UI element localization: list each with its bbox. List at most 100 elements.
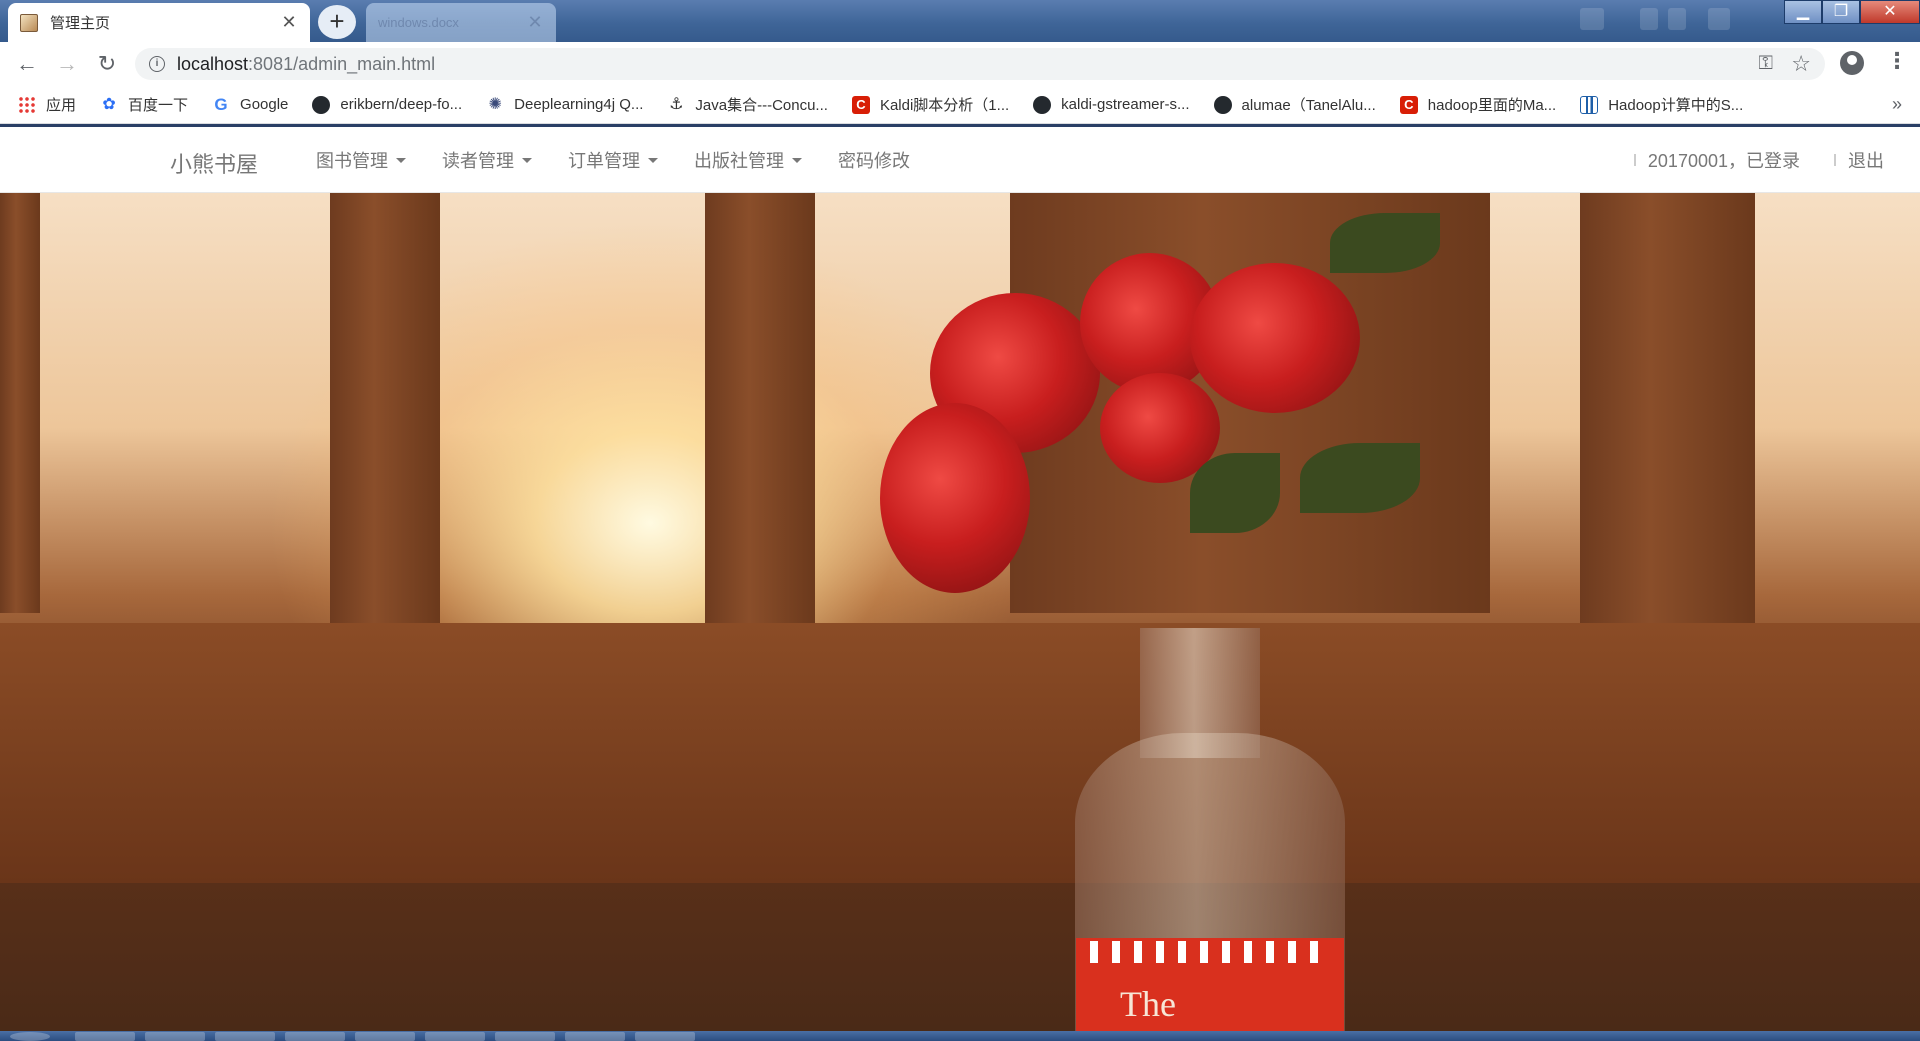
browser-menu-icon[interactable]: ⋮ [1886, 48, 1908, 74]
chart-icon [1580, 95, 1599, 114]
divider [1633, 154, 1636, 166]
bookmark-deeplearning4j[interactable]: ✺ Deeplearning4j Q... [486, 96, 643, 114]
key-icon[interactable]: ⚿ [1759, 53, 1773, 75]
taskbar-item[interactable] [75, 1032, 135, 1041]
bookmark-kaldi-gstreamer[interactable]: kaldi-gstreamer-s... [1033, 95, 1190, 114]
tab-background[interactable]: windows.docx ✕ [366, 3, 556, 42]
site-brand[interactable]: 小熊书屋 [170, 147, 258, 179]
fence-post [330, 193, 440, 633]
tab-close-icon-background[interactable]: ✕ [526, 12, 544, 33]
menu-order-management[interactable]: 订单管理 [568, 147, 658, 173]
taskbar-item[interactable] [215, 1032, 275, 1041]
taskbar-item[interactable] [565, 1032, 625, 1041]
tab-title-background: windows.docx [378, 15, 459, 30]
bookmark-label: Hadoop计算中的S... [1608, 97, 1744, 114]
menu-reader-management[interactable]: 读者管理 [442, 147, 532, 173]
menu-book-management[interactable]: 图书管理 [316, 147, 406, 173]
caret-down-icon [522, 157, 532, 163]
hero-background-image: The PoP [0, 193, 1920, 1031]
menu-label: 读者管理 [442, 151, 514, 171]
window-controls: ▁ ❐ ✕ [1784, 0, 1920, 26]
tab-admin-main[interactable]: 管理主页 ✕ [8, 3, 310, 42]
tab-title: 管理主页 [50, 15, 111, 32]
tray-icon [1580, 8, 1604, 30]
more-bookmarks-icon[interactable]: » [1892, 94, 1902, 115]
leaf [1330, 213, 1440, 273]
menu-change-password[interactable]: 密码修改 [838, 147, 910, 173]
bookmark-kaldi-script[interactable]: C Kaldi脚本分析（1... [851, 94, 1009, 115]
forward-button[interactable]: → [54, 51, 80, 77]
bookmark-label: erikbern/deep-fo... [340, 96, 463, 113]
menu-label: 密码修改 [838, 151, 910, 171]
taskbar-item[interactable] [285, 1032, 345, 1041]
bookmark-label: 应用 [46, 97, 77, 114]
dl4j-icon: ✺ [488, 95, 502, 113]
divider [1834, 154, 1836, 166]
bookmark-baidu[interactable]: ✿ 百度一下 [100, 94, 188, 115]
bookmark-label: hadoop里面的Ma... [1427, 97, 1557, 114]
menu-publisher-management[interactable]: 出版社管理 [694, 147, 802, 173]
anchor-icon: ⚓ [669, 95, 684, 113]
bookmark-star-icon[interactable]: ☆ [1791, 51, 1811, 77]
minimize-button[interactable]: ▁ [1784, 0, 1822, 24]
taskbar-item[interactable] [145, 1032, 205, 1041]
bookmark-hadoop-compute[interactable]: Hadoop计算中的S... [1580, 94, 1743, 115]
start-button[interactable] [10, 1032, 50, 1041]
bookmark-label: Java集合---Concu... [695, 97, 828, 114]
profile-avatar-icon[interactable] [1840, 51, 1864, 75]
menu-label: 订单管理 [568, 151, 640, 171]
taskbar-item[interactable] [495, 1032, 555, 1041]
leaf [1190, 453, 1280, 533]
caret-down-icon [792, 157, 802, 163]
bookmark-label: Deeplearning4j Q... [514, 96, 644, 113]
bookmark-label: 百度一下 [128, 97, 189, 114]
tray-icon [1640, 8, 1658, 30]
bookmark-java-concurrent[interactable]: ⚓ Java集合---Concu... [667, 94, 828, 115]
os-taskbar [0, 1031, 1920, 1041]
bookmark-label: kaldi-gstreamer-s... [1061, 96, 1190, 113]
taskbar-item[interactable] [425, 1032, 485, 1041]
window-close-button[interactable]: ✕ [1860, 0, 1920, 24]
address-bar[interactable]: i localhost:8081/admin_main.html ⚿ ☆ [135, 48, 1825, 80]
bookmark-label: alumae（TanelAlu... [1241, 97, 1376, 114]
taskbar-item[interactable] [635, 1032, 695, 1041]
main-menu: 图书管理 读者管理 订单管理 出版社管理 密码修改 [316, 127, 946, 193]
github-icon [1213, 95, 1232, 114]
rose [880, 403, 1030, 593]
logout-link[interactable]: 退出 [1848, 147, 1884, 173]
bookmark-apps[interactable]: 应用 [18, 94, 76, 115]
bookmarks-bar: 应用 ✿ 百度一下 G Google erikbern/deep-fo... ✺ De… [0, 86, 1920, 124]
csdn-icon: C [1399, 95, 1418, 114]
new-tab-button[interactable]: + [318, 5, 356, 39]
menu-label: 出版社管理 [694, 151, 784, 171]
caret-down-icon [648, 157, 658, 163]
back-button[interactable]: ← [14, 51, 40, 77]
tab-close-icon[interactable]: ✕ [280, 12, 298, 33]
bookmark-erikbern[interactable]: erikbern/deep-fo... [312, 95, 463, 114]
bookmark-alumae[interactable]: alumae（TanelAlu... [1213, 94, 1376, 115]
apps-icon [18, 95, 36, 114]
rose [1190, 263, 1360, 413]
reload-button[interactable]: ↻ [94, 51, 120, 77]
page-viewport: The PoP 小熊书屋 图书管理 读者管理 订单管理 出版社管理 密码修改 2… [0, 125, 1920, 1031]
url-path: :8081/admin_main.html [248, 54, 436, 74]
browser-toolbar: ← → ↻ i localhost:8081/admin_main.html ⚿… [0, 42, 1920, 86]
bottle-label-stripes [1090, 941, 1330, 963]
caret-down-icon [396, 157, 406, 163]
bottle-label-text-pop: PoP [1140, 1023, 1234, 1032]
maximize-button[interactable]: ❐ [1822, 0, 1860, 24]
taskbar-item[interactable] [355, 1032, 415, 1041]
tray-icon [1668, 8, 1686, 30]
site-info-icon[interactable]: i [149, 56, 165, 72]
page-favicon-icon [20, 13, 38, 32]
bookmark-google[interactable]: G Google [212, 94, 289, 114]
logged-in-status: 20170001，已登录 [1647, 151, 1800, 171]
google-icon: G [214, 94, 228, 114]
fence-rail [0, 623, 1920, 883]
bookmark-hadoop-ma[interactable]: Chadoop里面的Ma... [1399, 94, 1557, 115]
bookmark-label: Google [240, 96, 289, 113]
user-nav: 20170001，已登录 退出 [1633, 127, 1884, 193]
fence-post [0, 193, 40, 613]
fence-post [1580, 193, 1755, 633]
url-text[interactable]: localhost:8081/admin_main.html [177, 54, 435, 75]
